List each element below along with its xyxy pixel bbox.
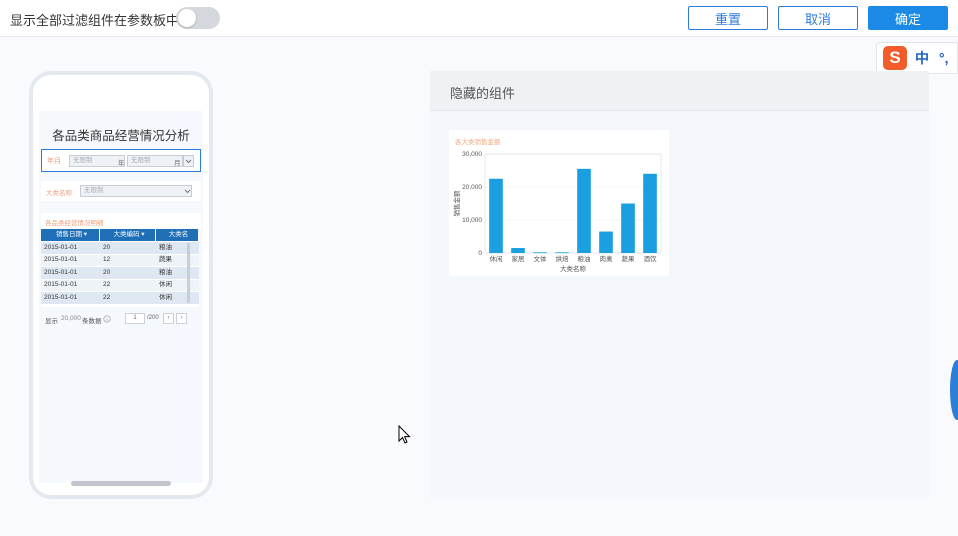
hidden-components-header: 隐藏的组件 xyxy=(430,71,929,111)
column-header-sales-date[interactable]: 销售日期 ▾ xyxy=(41,229,100,242)
footer-row-count: 20,000 xyxy=(61,315,81,322)
x-tick-label: 休闲 xyxy=(490,254,503,263)
year-unit: 年 xyxy=(118,160,125,167)
x-tick-label: 文体 xyxy=(534,254,548,263)
table-row: 2015-01-01 22 休闲 xyxy=(41,279,199,292)
chevron-down-icon xyxy=(185,159,192,164)
y-tick-label: 0 xyxy=(478,250,482,257)
table-scrollbar[interactable] xyxy=(187,243,190,303)
mobile-dashboard-title: 各品类商品经营情况分析 xyxy=(52,129,190,143)
hidden-components-panel: 隐藏的组件 各大类销售金额 0 10,000 20,000 30,000 休闲 家居 文体烘… xyxy=(430,71,929,499)
y-tick-label: 30,000 xyxy=(462,151,482,158)
table-pagination: 显示 20,000 条数据 1 /200 ‹ › xyxy=(41,313,201,327)
mouse-cursor-icon xyxy=(398,425,411,444)
detail-table: 销售日期 ▾ 大类编码 ▾ 大类名 2015-01-01 20 粮油 2015-01… xyxy=(41,229,199,307)
top-toolbar: 显示全部过滤组件在参数板中 重置 取消 确定 xyxy=(0,0,958,37)
y-tick-label: 20,000 xyxy=(462,184,482,191)
table-row: 2015-01-01 12 蔬果 xyxy=(41,254,199,267)
show-all-filters-label: 显示全部过滤组件在参数板中 xyxy=(10,13,180,28)
bar xyxy=(621,203,635,253)
ime-chinese-mode[interactable]: 中 xyxy=(915,48,929,68)
bar-chart: 0 10,000 20,000 30,000 休闲 家居 文体 烘焙 粮油 肉禽 蔬果 酒饮大类名称 销… xyxy=(452,151,662,273)
bar xyxy=(643,173,657,253)
confirm-button[interactable]: 确定 xyxy=(868,6,948,30)
phone-home-indicator xyxy=(71,481,171,486)
year-select[interactable]: 无限制 xyxy=(69,155,125,167)
y-axis-label: 销售金额 xyxy=(452,190,461,217)
page-number-input[interactable]: 1 xyxy=(125,313,145,324)
x-tick-label: 酒饮 xyxy=(644,254,658,263)
table-header-row: 销售日期 ▾ 大类编码 ▾ 大类名 xyxy=(41,229,199,242)
ime-punctuation-mode[interactable]: °, xyxy=(939,50,949,66)
cancel-button[interactable]: 取消 xyxy=(778,6,858,30)
bar xyxy=(555,252,569,254)
x-tick-label: 粮油 xyxy=(578,254,591,263)
mobile-preview-screen: 各品类商品经营情况分析 年月 无限制 年 无限制 月 大类名称 无限制 各品类经… xyxy=(39,111,203,483)
y-tick-label: 10,000 xyxy=(462,217,482,224)
hidden-components-title: 隐藏的组件 xyxy=(450,86,516,101)
floating-assistant-icon[interactable] xyxy=(950,360,958,420)
sogou-logo-icon: S xyxy=(883,46,907,70)
mobile-preview-frame: 各品类商品经营情况分析 年月 无限制 年 无限制 月 大类名称 无限制 各品类经… xyxy=(29,71,213,499)
chevron-down-icon xyxy=(184,189,191,194)
x-tick-label: 蔬果 xyxy=(622,254,636,263)
bar xyxy=(577,168,591,253)
month-dropdown-arrow[interactable] xyxy=(183,155,194,167)
show-all-filters-toggle[interactable] xyxy=(176,7,220,29)
category-filter[interactable]: 大类名称 无限制 xyxy=(41,181,201,201)
info-icon xyxy=(103,315,111,323)
year-month-filter[interactable]: 年月 无限制 年 无限制 月 xyxy=(41,149,201,172)
sogou-ime-toolbar[interactable]: S 中 °, xyxy=(876,42,958,74)
column-header-category-code[interactable]: 大类编码 ▾ xyxy=(100,229,156,242)
hidden-chart-widget[interactable]: 各大类销售金额 0 10,000 20,000 30,000 休闲 家居 文体 烘焙 粮油 肉禽蔬… xyxy=(449,130,669,276)
prev-page-button[interactable]: ‹ xyxy=(163,313,174,324)
year-month-label: 年月 xyxy=(47,158,61,165)
table-row: 2015-01-01 22 休闲 xyxy=(41,292,199,305)
reset-button[interactable]: 重置 xyxy=(688,6,768,30)
column-header-category-name[interactable]: 大类名 xyxy=(156,229,199,242)
x-tick-label: 烘焙 xyxy=(556,254,570,263)
x-tick-label: 肉禽 xyxy=(600,254,614,263)
footer-rows-label: 条数据 xyxy=(82,318,102,325)
bar xyxy=(599,231,613,253)
bar xyxy=(533,252,547,254)
table-row: 2015-01-01 20 粮油 xyxy=(41,267,199,280)
next-page-button[interactable]: › xyxy=(176,313,187,324)
toggle-knob xyxy=(178,9,196,27)
x-axis-label: 大类名称 xyxy=(560,264,587,273)
table-row: 2015-01-01 20 粮油 xyxy=(41,242,199,255)
page-total: /200 xyxy=(147,315,159,321)
x-tick-label: 家居 xyxy=(512,254,526,263)
month-unit: 月 xyxy=(174,160,181,167)
bar xyxy=(511,248,525,253)
category-select[interactable]: 无限制 xyxy=(80,185,192,197)
footer-show-label: 显示 xyxy=(45,318,58,325)
bar xyxy=(489,178,503,253)
detail-table-title: 各品类经营情况明细 xyxy=(41,213,201,229)
category-label: 大类名称 xyxy=(46,190,72,197)
